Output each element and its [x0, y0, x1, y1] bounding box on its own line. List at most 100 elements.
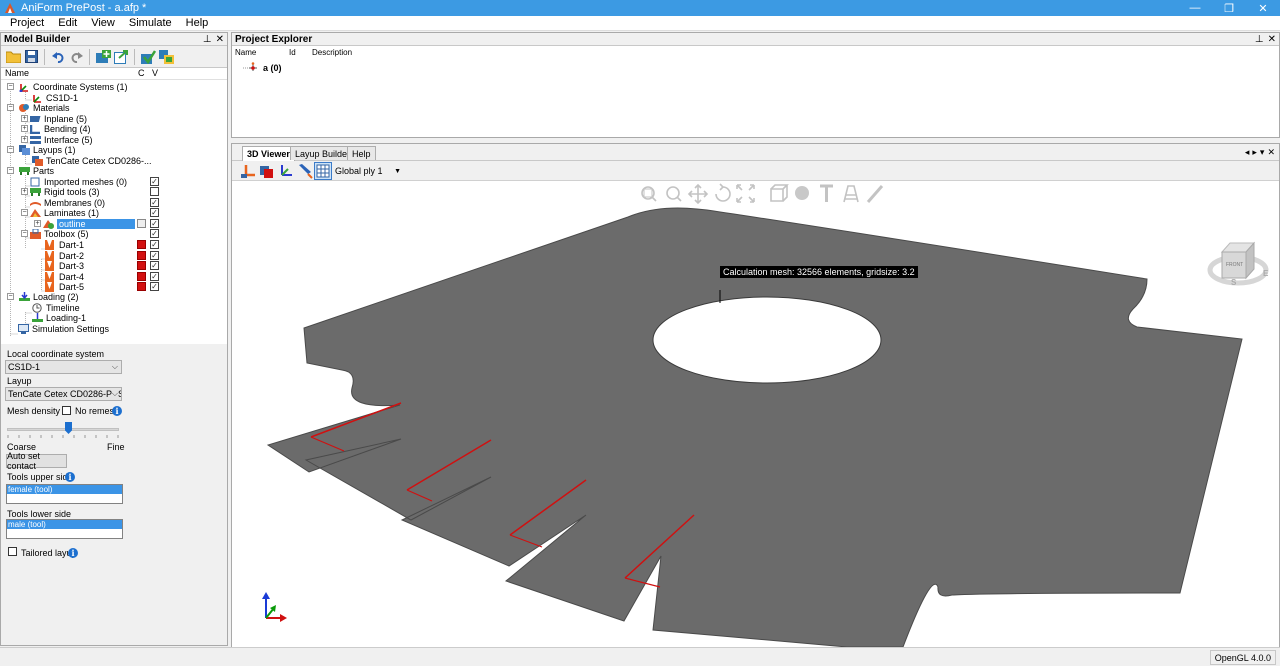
slider-thumb[interactable]	[65, 422, 72, 434]
color-swatch[interactable]	[137, 282, 146, 291]
info-icon[interactable]: i	[68, 548, 78, 558]
tools-upper-item[interactable]: female (tool)	[7, 485, 122, 494]
tree-node-bending[interactable]: Bending (4)	[30, 123, 91, 134]
export-icon[interactable]	[113, 49, 129, 65]
pin-icon[interactable]: ⊥	[203, 34, 212, 45]
menu-help[interactable]: Help	[179, 17, 216, 29]
visibility-checkbox[interactable]: ✓	[150, 251, 159, 260]
visibility-checkbox[interactable]: ✓	[150, 198, 159, 207]
tree-node-toolbox[interactable]: Toolbox (5)	[30, 228, 89, 239]
expander-loading[interactable]: −	[7, 293, 14, 300]
column-name[interactable]: Name	[235, 48, 256, 57]
auto-set-contact-button[interactable]: Auto set contact	[6, 451, 67, 471]
cube-front-label[interactable]: FRONT	[1226, 262, 1243, 268]
menu-simulate[interactable]: Simulate	[122, 17, 179, 29]
scroll-left-icon[interactable]: ◂	[1245, 147, 1250, 158]
tree-node-laminates[interactable]: Laminates (1)	[30, 207, 99, 218]
visibility-checkbox[interactable]	[150, 187, 159, 196]
tailored-layup-checkbox[interactable]	[8, 547, 17, 556]
tree-node-coordinate-systems[interactable]: Coordinate Systems (1)	[19, 81, 128, 92]
cube-south-label[interactable]: S	[1231, 278, 1236, 287]
expander-inplane[interactable]: +	[21, 115, 28, 122]
visibility-checkbox[interactable]: ✓	[150, 229, 159, 238]
tree-node-loading-1[interactable]: Loading-1	[32, 312, 86, 323]
tab-3d-viewer[interactable]: 3D Viewer	[242, 146, 295, 161]
expander-interface[interactable]: +	[21, 136, 28, 143]
local-cs-dropdown[interactable]: CS1D-1 ⌵	[5, 360, 122, 374]
visibility-checkbox[interactable]: ✓	[150, 282, 159, 291]
mesh-density-slider[interactable]	[7, 422, 119, 438]
color-swatch[interactable]	[137, 219, 146, 228]
tools-upper-list[interactable]: female (tool)	[6, 484, 123, 504]
tree-node-parts[interactable]: Parts	[19, 165, 54, 176]
save-icon[interactable]	[23, 49, 39, 65]
axes-icon[interactable]	[240, 163, 256, 179]
layup-dropdown[interactable]: TenCate Cetex CD0286-PPS 32 ⌵	[5, 387, 122, 401]
expander-toolbox[interactable]: −	[21, 230, 28, 237]
color-swatch[interactable]	[137, 251, 146, 260]
expander-outline[interactable]: +	[34, 220, 41, 227]
wireframe-toggle[interactable]	[314, 162, 332, 180]
open-folder-icon[interactable]	[5, 49, 21, 65]
tree-node-simulation-settings[interactable]: Simulation Settings	[18, 323, 109, 334]
visibility-checkbox[interactable]: ✓	[150, 261, 159, 270]
scroll-right-icon[interactable]: ▸	[1252, 147, 1257, 158]
menu-view[interactable]: View	[84, 17, 122, 29]
menu-edit[interactable]: Edit	[51, 17, 84, 29]
expander-laminates[interactable]: −	[21, 209, 28, 216]
minimize-button[interactable]: —	[1178, 0, 1212, 16]
add-item-icon[interactable]	[95, 49, 111, 65]
expander-layups[interactable]: −	[7, 146, 14, 153]
pick-tool-icon[interactable]	[297, 163, 313, 179]
redo-icon[interactable]	[68, 49, 84, 65]
visibility-checkbox[interactable]: ✓	[150, 240, 159, 249]
column-id[interactable]: Id	[289, 48, 296, 57]
tab-help[interactable]: Help	[347, 146, 376, 160]
color-swatch[interactable]	[137, 272, 146, 281]
coordinate-axes-icon[interactable]	[278, 163, 294, 179]
menu-project[interactable]: Project	[0, 17, 51, 29]
3d-viewport[interactable]: Calculation mesh: 32566 elements, gridsi…	[232, 181, 1279, 648]
visibility-checkbox[interactable]: ✓	[150, 177, 159, 186]
no-remesh-checkbox[interactable]	[62, 406, 71, 415]
expander-materials[interactable]: −	[7, 104, 14, 111]
close-panel-icon[interactable]: ✕	[216, 34, 224, 45]
project-item[interactable]: a (0)	[243, 62, 282, 73]
tools-lower-list[interactable]: male (tool)	[6, 519, 123, 539]
column-c[interactable]: C	[138, 68, 145, 78]
check-model-icon[interactable]	[140, 49, 156, 65]
ply-dropdown[interactable]: Global ply 1 ▼	[335, 164, 403, 178]
tree-node-loading[interactable]: Loading (2)	[19, 291, 79, 302]
model-settings-icon[interactable]	[158, 49, 174, 65]
tree-node-dart-3[interactable]: Dart-3	[45, 260, 84, 271]
tab-layup-builder[interactable]: Layup Builder	[290, 146, 356, 160]
tree-node-layups[interactable]: Layups (1)	[19, 144, 76, 155]
column-name[interactable]: Name	[5, 68, 29, 78]
close-window-button[interactable]: ✕	[1246, 0, 1280, 16]
color-swatch[interactable]	[137, 261, 146, 270]
close-panel-icon[interactable]: ✕	[1268, 34, 1276, 45]
expander-bending[interactable]: +	[21, 125, 28, 132]
visibility-checkbox[interactable]: ✓	[150, 272, 159, 281]
layers-icon[interactable]	[259, 163, 275, 179]
info-icon[interactable]: i	[65, 472, 75, 482]
cube-east-label[interactable]: E	[1263, 269, 1268, 278]
tree-node-materials[interactable]: Materials	[19, 102, 70, 113]
info-icon[interactable]: i	[112, 406, 122, 416]
close-tab-icon[interactable]: ✕	[1267, 147, 1275, 158]
visibility-checkbox[interactable]: ✓	[150, 219, 159, 228]
column-description[interactable]: Description	[312, 48, 352, 57]
expander-rigid-tools[interactable]: +	[21, 188, 28, 195]
color-swatch[interactable]	[137, 240, 146, 249]
pin-icon[interactable]: ⊥	[1255, 34, 1264, 45]
maximize-button[interactable]: ❐	[1212, 0, 1246, 16]
tools-lower-item[interactable]: male (tool)	[7, 520, 122, 529]
expander-parts[interactable]: −	[7, 167, 14, 174]
column-v[interactable]: V	[152, 68, 158, 78]
expander-coordinate-systems[interactable]: −	[7, 83, 14, 90]
visibility-checkbox[interactable]: ✓	[150, 208, 159, 217]
tab-list-icon[interactable]: ▾	[1260, 147, 1265, 158]
tree-node-dart-1[interactable]: Dart-1	[45, 239, 84, 250]
undo-icon[interactable]	[50, 49, 66, 65]
tree-node-rigid-tools[interactable]: Rigid tools (3)	[30, 186, 100, 197]
